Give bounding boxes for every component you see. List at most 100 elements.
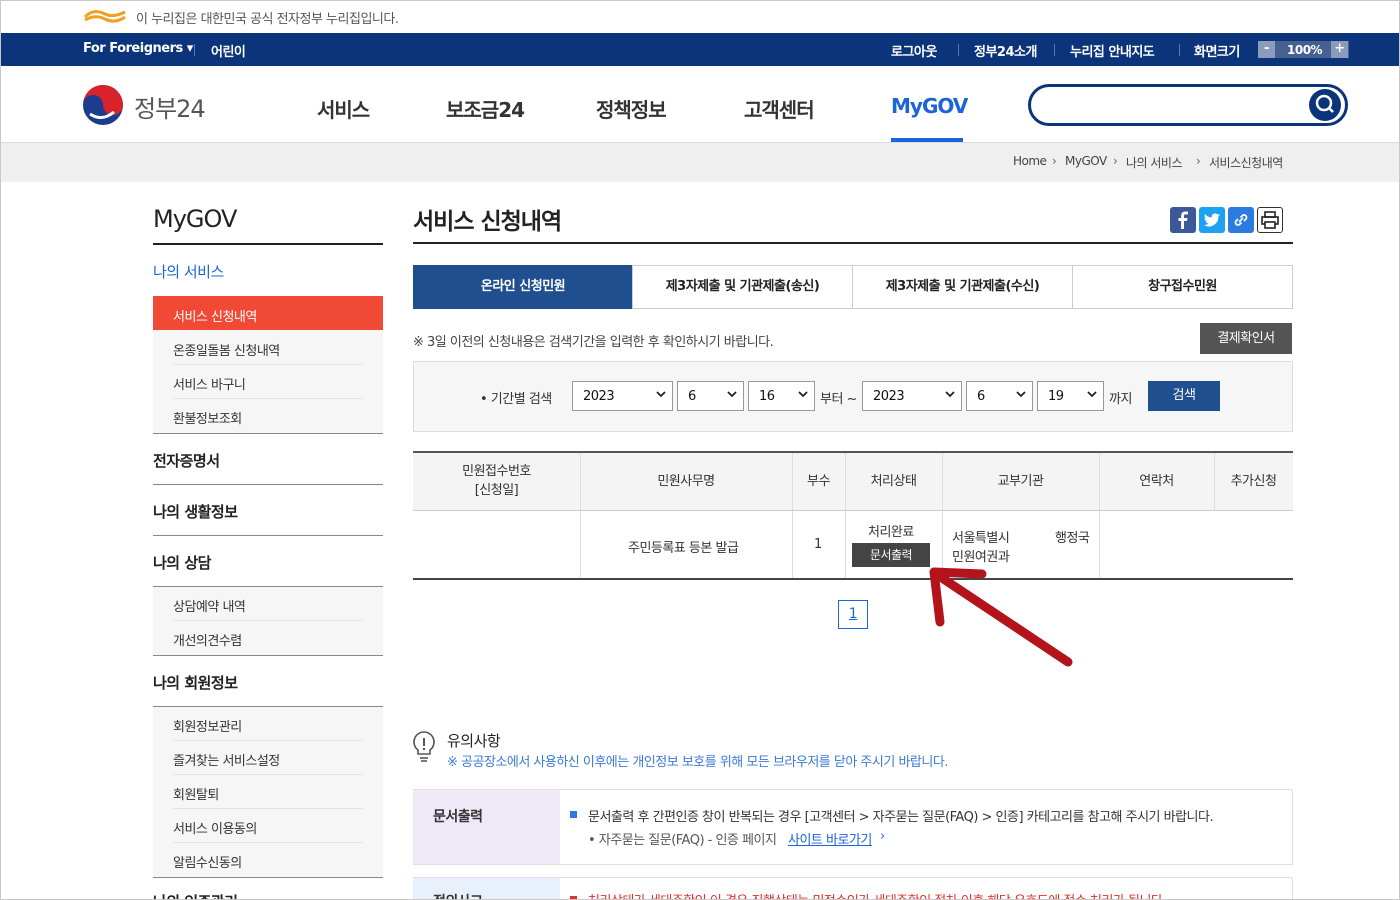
divider bbox=[1214, 453, 1215, 511]
divider bbox=[153, 243, 383, 245]
twitter-share-button[interactable] bbox=[1199, 207, 1225, 233]
divider bbox=[1179, 44, 1180, 56]
breadcrumb-mygov[interactable]: MyGOV bbox=[1065, 154, 1107, 168]
taegeuk-logo-icon bbox=[83, 85, 123, 125]
breadcrumb-current: 서비스신청내역 bbox=[1209, 156, 1283, 170]
notice-box-head bbox=[413, 790, 560, 864]
annotation-arrow-icon bbox=[929, 567, 1073, 667]
faq-site-link[interactable]: 사이트 바로가기 bbox=[788, 829, 872, 848]
sidebar-item-notification-consent[interactable]: 알림수신동의 bbox=[173, 852, 242, 871]
cell-agency-city: 서울특별시 bbox=[952, 531, 1010, 546]
th-additional: 추가신청 bbox=[1230, 473, 1277, 489]
divider bbox=[1054, 44, 1055, 56]
gnb-subsidy24[interactable]: 보조금24 bbox=[446, 94, 525, 123]
logout-link[interactable]: 로그아웃 bbox=[891, 41, 937, 60]
zoom-in-button[interactable]: + bbox=[1331, 41, 1348, 58]
breadcrumb bbox=[0, 142, 1400, 182]
gnb-customer-center[interactable]: 고객센터 bbox=[744, 94, 815, 123]
to-label: 까지 bbox=[1109, 392, 1132, 407]
chevron-down-icon bbox=[656, 391, 666, 398]
to-year-select[interactable]: 2023 bbox=[862, 381, 962, 411]
divider bbox=[792, 453, 793, 578]
th-copies: 부수 bbox=[807, 473, 830, 489]
gnb-services[interactable]: 서비스 bbox=[317, 94, 370, 123]
gnb-policy-info[interactable]: 정책정보 bbox=[596, 94, 667, 123]
tab-third-party-sent[interactable]: 제3자제출 및 기관제출(송신) bbox=[632, 265, 853, 309]
facebook-share-button[interactable] bbox=[1170, 207, 1196, 233]
divider bbox=[173, 740, 363, 741]
notice-print-label: 문서출력 bbox=[433, 809, 483, 825]
print-document-button[interactable]: 문서출력 bbox=[852, 543, 930, 567]
sidebar-item-favorite-services[interactable]: 즐겨찾는 서비스설정 bbox=[173, 750, 280, 769]
egov-logo-icon bbox=[83, 10, 126, 23]
from-day-select[interactable]: 16 bbox=[748, 381, 815, 411]
sidebar-item-service-history[interactable]: 서비스 신청내역 bbox=[173, 306, 257, 325]
breadcrumb-home[interactable]: Home bbox=[1013, 154, 1047, 168]
divider bbox=[173, 364, 363, 365]
zoom-out-button[interactable]: - bbox=[1258, 41, 1275, 58]
site-logo[interactable]: 정부24 bbox=[82, 84, 212, 126]
divider bbox=[194, 44, 195, 56]
payment-confirmation-button[interactable]: 결제확인서 bbox=[1200, 323, 1292, 354]
sidebar-section-certificate[interactable]: 전자증명서 bbox=[153, 450, 220, 471]
printer-icon bbox=[1261, 211, 1279, 229]
chevron-down-icon bbox=[1087, 391, 1097, 398]
divider bbox=[173, 808, 363, 809]
sidebar-item-feedback[interactable]: 개선의견수렴 bbox=[173, 630, 242, 649]
chevron-right-icon: › bbox=[1113, 154, 1118, 168]
notice-text: 이 누리집은 대한민국 공식 전자정부 누리집입니다. bbox=[136, 12, 399, 27]
for-foreigners-link[interactable]: For Foreigners ▾ bbox=[83, 41, 193, 56]
period-search-label: • 기간별 검색 bbox=[480, 392, 552, 407]
sidebar-item-member-info[interactable]: 회원정보관리 bbox=[173, 716, 242, 735]
breadcrumb-my-services[interactable]: 나의 서비스 bbox=[1126, 154, 1183, 171]
from-month-select[interactable]: 6 bbox=[677, 381, 744, 411]
notice-print-sub: • 자주묻는 질문(FAQ) - 인증 페이지 bbox=[588, 833, 777, 848]
tab-online-applications[interactable]: 온라인 신청민원 bbox=[413, 265, 633, 309]
site-guide-link[interactable]: 누리집 안내지도 bbox=[1070, 41, 1155, 60]
tab-third-party-received[interactable]: 제3자제출 및 기관제출(수신) bbox=[852, 265, 1073, 309]
sidebar-section-auth[interactable]: 나의 인증관리 bbox=[153, 891, 238, 900]
cell-service-name: 주민등록표 등본 발급 bbox=[628, 541, 739, 556]
from-day-value: 16 bbox=[759, 389, 775, 404]
sidebar-section-life-info[interactable]: 나의 생활정보 bbox=[153, 501, 238, 522]
sidebar-item-service-consent[interactable]: 서비스 이용동의 bbox=[173, 818, 257, 837]
sidebar-section-my-services[interactable]: 나의 서비스 bbox=[153, 261, 224, 282]
copy-link-button[interactable] bbox=[1228, 207, 1254, 233]
th-receipt-no: 민원접수번호 [신청일] bbox=[413, 451, 580, 511]
sidebar-section-member[interactable]: 나의 회원정보 bbox=[153, 672, 238, 693]
zoom-level: 100% bbox=[1287, 43, 1323, 57]
notice-box2-label: 정의사고 bbox=[433, 891, 483, 900]
print-button[interactable] bbox=[1257, 207, 1283, 233]
to-year-value: 2023 bbox=[873, 389, 905, 404]
search-input[interactable] bbox=[1028, 84, 1348, 126]
sidebar-item-consult-reservation[interactable]: 상담예약 내역 bbox=[173, 596, 246, 615]
gnb-mygov[interactable]: MyGOV bbox=[891, 94, 968, 118]
from-year-select[interactable]: 2023 bbox=[572, 381, 673, 411]
th-status: 처리상태 bbox=[870, 473, 917, 489]
sidebar-item-allday-care[interactable]: 온종일돌봄 신청내역 bbox=[173, 340, 280, 359]
period-search-button[interactable]: 검색 bbox=[1148, 381, 1220, 411]
kids-link[interactable]: 어린이 bbox=[211, 41, 246, 60]
chevron-right-icon: › bbox=[1196, 154, 1201, 168]
sidebar-section-consult[interactable]: 나의 상담 bbox=[153, 552, 211, 573]
to-month-select[interactable]: 6 bbox=[966, 381, 1033, 411]
th-agency: 교부기관 bbox=[997, 473, 1044, 489]
about-link[interactable]: 정부24소개 bbox=[974, 41, 1037, 60]
sidebar-item-withdraw[interactable]: 회원탈퇴 bbox=[173, 784, 219, 803]
cell-status: 처리완료 bbox=[868, 525, 914, 540]
divider bbox=[173, 774, 363, 775]
chevron-down-icon bbox=[945, 391, 955, 398]
tab-counter-applications[interactable]: 창구접수민원 bbox=[1072, 265, 1293, 309]
sidebar-item-service-basket[interactable]: 서비스 바구니 bbox=[173, 374, 246, 393]
to-day-select[interactable]: 19 bbox=[1037, 381, 1104, 411]
utility-bar: For Foreigners ▾ 어린이 로그아웃 정부24소개 누리집 안내지… bbox=[0, 33, 1400, 66]
divider bbox=[173, 620, 363, 621]
page-number-current[interactable]: 1 bbox=[838, 600, 868, 629]
search-button[interactable] bbox=[1309, 89, 1341, 121]
link-icon bbox=[1234, 214, 1248, 226]
cell-copies: 1 bbox=[814, 537, 822, 552]
sidebar-item-refund[interactable]: 환불정보조회 bbox=[173, 408, 242, 427]
sidebar-title: MyGOV bbox=[153, 205, 237, 233]
chevron-down-icon bbox=[727, 391, 737, 398]
divider bbox=[413, 578, 1293, 580]
